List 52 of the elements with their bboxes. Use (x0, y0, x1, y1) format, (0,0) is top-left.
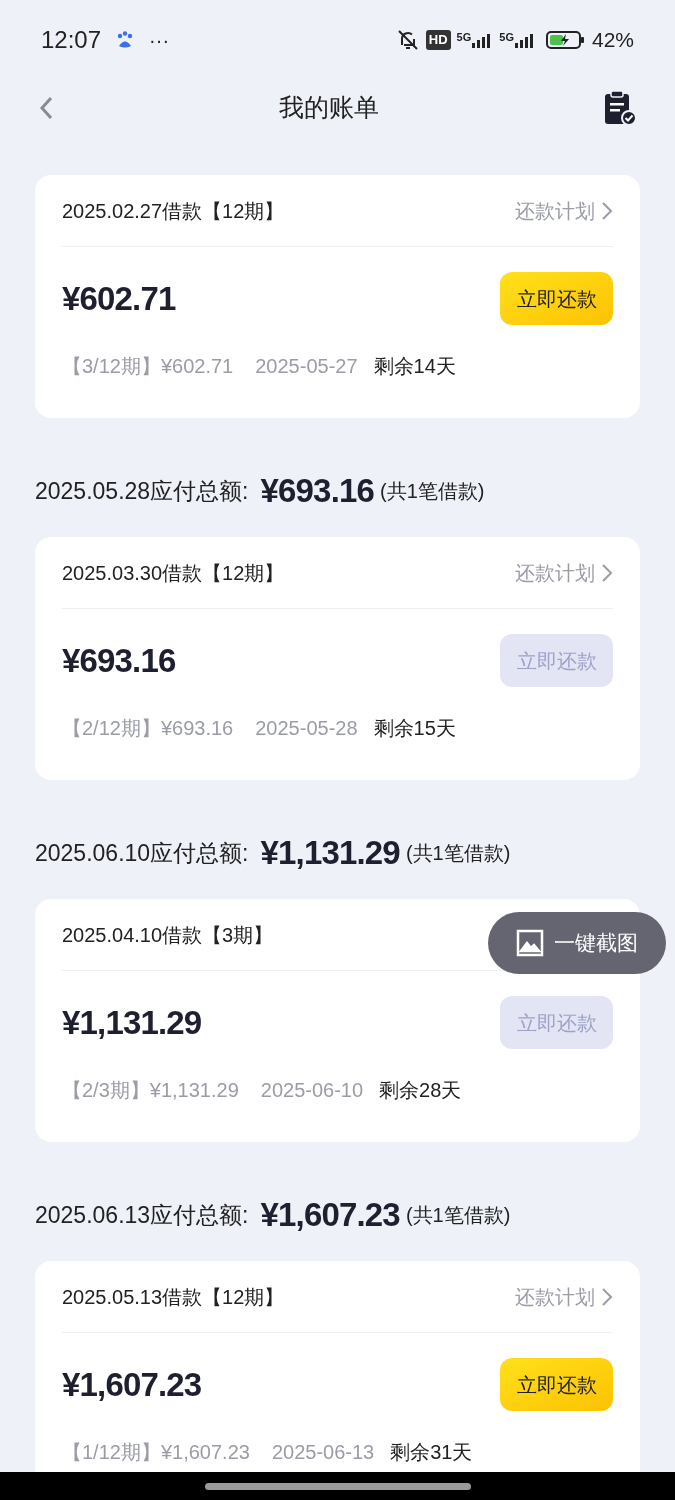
due-total: ¥1,131.29 (260, 833, 400, 874)
days-remaining: 剩余28天 (379, 1078, 462, 1103)
back-icon[interactable] (38, 94, 54, 121)
loan-count: (共1笔借款) (405, 1203, 511, 1228)
clock: 12:07 (41, 25, 102, 55)
days-remaining: 剩余15天 (373, 716, 456, 741)
chevron-right-icon (601, 1286, 613, 1307)
days-remaining: 剩余31天 (390, 1440, 473, 1465)
days-remaining: 剩余14天 (373, 354, 456, 379)
repayment-plan-link[interactable]: 还款计划 (515, 1281, 613, 1312)
network-label: 5G (456, 32, 472, 43)
due-total: ¥693.16 (260, 471, 375, 512)
page-title: 我的账单 (278, 91, 379, 123)
screenshot-button[interactable]: 一键截图 (488, 912, 666, 974)
due-date: 2025-05-28 (255, 716, 358, 741)
loan-amount: ¥1,607.23 (62, 1364, 202, 1405)
due-date: 2025-05-27 (255, 354, 358, 379)
loan-count: (共1笔借款) (380, 479, 485, 504)
loan-count: (共1笔借款) (405, 841, 511, 866)
repayment-plan-link[interactable]: 还款计划 (515, 195, 613, 226)
battery-icon (545, 30, 586, 50)
loan-amount: ¥1,131.29 (62, 1002, 202, 1043)
due-summary-label: 2025.06.13应付总额: (35, 1200, 249, 1230)
hd-badge: HD (425, 30, 451, 50)
due-date: 2025-06-10 (260, 1078, 364, 1103)
due-date: 2025-06-13 (271, 1440, 375, 1465)
pay-now-button[interactable]: 立即还款 (500, 272, 613, 325)
installment-info: 【1/12期】¥1,607.23 (62, 1440, 250, 1465)
due-total: ¥1,607.23 (260, 1195, 400, 1236)
loan-title: 2025.02.27借款【12期】 (62, 198, 285, 224)
loan-title: 2025.04.10借款【3期】 (62, 922, 274, 948)
network-label: 5G (499, 32, 514, 43)
loan-amount: ¥693.16 (62, 640, 176, 681)
installment-info: 【2/12期】¥693.16 (62, 716, 234, 741)
home-indicator[interactable] (204, 1482, 471, 1490)
due-summary-label: 2025.06.10应付总额: (35, 838, 249, 868)
pay-now-button[interactable]: 立即还款 (500, 1358, 613, 1411)
chevron-right-icon (601, 562, 613, 583)
image-icon (516, 929, 544, 957)
loan-title: 2025.05.13借款【12期】 (62, 1284, 285, 1310)
more-notifications: ··· (149, 28, 170, 53)
repayment-plan-link[interactable]: 还款计划 (515, 557, 613, 588)
battery-level: 42% (591, 27, 634, 54)
loan-amount: ¥602.71 (62, 278, 176, 319)
signal-icon (513, 32, 536, 48)
loan-title: 2025.03.30借款【12期】 (62, 560, 285, 586)
chevron-right-icon (601, 200, 613, 221)
installment-info: 【3/12期】¥602.71 (62, 354, 234, 379)
due-summary-label: 2025.05.28应付总额: (35, 476, 249, 506)
clipboard-check-icon[interactable] (603, 89, 637, 126)
installment-info: 【2/3期】¥1,131.29 (62, 1078, 239, 1103)
bell-off-icon (395, 28, 420, 52)
